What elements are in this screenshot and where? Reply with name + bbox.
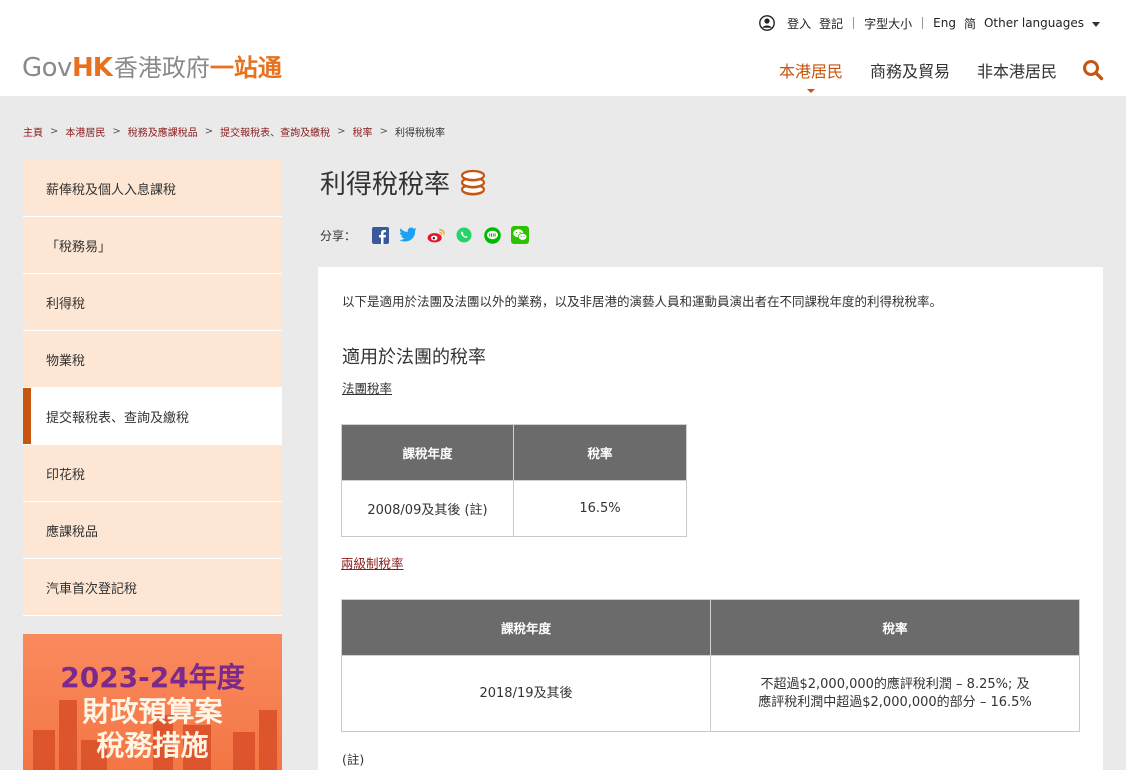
utility-bar: 登入 登記 字型大小 Eng 简 Other languages — [759, 13, 1104, 33]
breadcrumb-home[interactable]: 主頁 — [23, 124, 43, 139]
breadcrumb-current: 利得稅稅率 — [394, 128, 445, 139]
table-header-row: 課稅年度 稅率 — [341, 424, 687, 481]
table-cell-rate: 16.5% — [513, 480, 687, 537]
table-row: 2018/19及其後 不超過$2,000,000的應評稅利潤 – 8.25%; … — [341, 655, 1080, 732]
share-label: 分享： — [320, 228, 357, 243]
search-icon[interactable] — [1082, 59, 1104, 81]
sidebar: 薪俸稅及個人入息課稅 「稅務易」 利得稅 物業稅 提交報稅表、查詢及繳稅 印花稅… — [23, 160, 282, 616]
font-size-link[interactable]: 字型大小 — [864, 15, 912, 32]
intro-text: 以下是適用於法團及法團以外的業務，以及非居港的演藝人員和運動員演出者在不同課稅年… — [342, 294, 943, 309]
sidebar-item-returns-payment[interactable]: 提交報稅表、查詢及繳稅 — [23, 388, 282, 445]
breadcrumb-separator: > — [112, 126, 121, 137]
main-nav: 本港居民 商務及貿易 非本港居民 — [752, 58, 1104, 93]
divider — [922, 17, 924, 29]
breadcrumb: 主頁 > 本港居民 > 稅務及應課稅品 > 提交報稅表、查詢及繳稅 > 稅率 > 利得稅稅… — [23, 124, 445, 139]
page-title-text: 利得稅稅率 — [320, 170, 451, 200]
nav-non-residents[interactable]: 非本港居民 — [977, 58, 1057, 82]
breadcrumb-returns[interactable]: 提交報稅表、查詢及繳稅 — [220, 124, 330, 139]
govhk-logo[interactable]: Gov HK 香港政府 一站通 — [22, 48, 282, 83]
note-text: (註) — [342, 752, 365, 767]
facebook-icon[interactable] — [371, 226, 389, 244]
register-link[interactable]: 登記 — [819, 15, 843, 32]
table-header-year: 課稅年度 — [341, 424, 514, 481]
nav-residents[interactable]: 本港居民 — [779, 58, 843, 93]
sidebar-item-dutiable-commodities[interactable]: 應課稅品 — [23, 502, 282, 559]
other-languages-dropdown[interactable]: Other languages — [984, 16, 1100, 30]
breadcrumb-tax[interactable]: 稅務及應課稅品 — [128, 124, 198, 139]
sidebar-item-etax[interactable]: 「稅務易」 — [23, 217, 282, 274]
wechat-icon[interactable] — [511, 226, 530, 244]
table-cell-year: 2008/09及其後 (註) — [341, 480, 514, 537]
sidebar-item-profits-tax[interactable]: 利得稅 — [23, 274, 282, 331]
share-bar: 分享： — [320, 226, 534, 244]
two-tier-rates-link[interactable]: 兩級制稅率 — [341, 553, 404, 572]
rate-line-2: 應評稅利潤中超過$2,000,000的部分 – 16.5% — [758, 694, 1032, 710]
weibo-icon[interactable] — [427, 226, 445, 244]
coins-icon — [460, 169, 486, 195]
rate-line-1: 不超過$2,000,000的應評稅利潤 – 8.25%; 及 — [760, 676, 1030, 692]
table-row: 2008/09及其後 (註) 16.5% — [341, 480, 687, 537]
sidebar-item-stamp-duty[interactable]: 印花稅 — [23, 445, 282, 502]
chevron-down-icon — [1092, 22, 1100, 27]
logo-gov: Gov — [22, 53, 72, 83]
table-cell-rate: 不超過$2,000,000的應評稅利潤 – 8.25%; 及 應評稅利潤中超過$… — [710, 655, 1080, 732]
banner-line-3: 稅務措施 — [96, 729, 209, 762]
table-header-year: 課稅年度 — [341, 599, 711, 656]
page-title: 利得稅稅率 — [320, 164, 486, 201]
logo-hk: HK — [71, 53, 113, 83]
table-header-rate: 稅率 — [710, 599, 1080, 656]
other-languages-label: Other languages — [983, 16, 1084, 30]
sidebar-item-salaries-tax[interactable]: 薪俸稅及個人入息課稅 — [23, 160, 282, 217]
section-title: 適用於法團的稅率 — [342, 347, 486, 368]
breadcrumb-separator: > — [204, 126, 214, 137]
whatsapp-icon[interactable] — [455, 226, 473, 244]
line-icon[interactable] — [483, 226, 501, 244]
site-header: 登入 登記 字型大小 Eng 简 Other languages Gov HK 香港… — [0, 0, 1126, 96]
table-header-rate: 稅率 — [513, 424, 687, 481]
breadcrumb-separator: > — [50, 126, 59, 137]
two-tier-rates-table: 課稅年度 稅率 2018/19及其後 不超過$2,000,000的應評稅利潤 –… — [341, 599, 1080, 732]
english-link[interactable]: Eng — [933, 16, 956, 30]
simplified-chinese-link[interactable]: 简 — [964, 15, 976, 32]
login-link[interactable]: 登入 — [787, 15, 811, 32]
budget-banner[interactable]: 2023-24年度 財政預算案 稅務措施 — [23, 634, 282, 770]
user-icon[interactable] — [759, 15, 776, 31]
divider — [853, 17, 855, 29]
logo-zh-grey: 香港政府 — [113, 54, 210, 82]
breadcrumb-separator: > — [337, 126, 346, 137]
corporation-rates-table: 課稅年度 稅率 2008/09及其後 (註) 16.5% — [341, 424, 687, 537]
corporation-rates-link[interactable]: 法團稅率 — [342, 378, 392, 397]
table-cell-year: 2018/19及其後 — [341, 655, 711, 732]
logo-zh-orange: 一站通 — [209, 54, 282, 82]
breadcrumb-separator: > — [379, 126, 388, 137]
nav-business[interactable]: 商務及貿易 — [870, 58, 950, 82]
breadcrumb-residents[interactable]: 本港居民 — [65, 124, 105, 139]
table-header-row: 課稅年度 稅率 — [341, 599, 1080, 656]
twitter-icon[interactable] — [399, 226, 417, 244]
breadcrumb-rates[interactable]: 稅率 — [353, 124, 373, 139]
sidebar-item-property-tax[interactable]: 物業稅 — [23, 331, 282, 388]
sidebar-item-vehicle-registration-tax[interactable]: 汽車首次登記稅 — [23, 559, 282, 616]
